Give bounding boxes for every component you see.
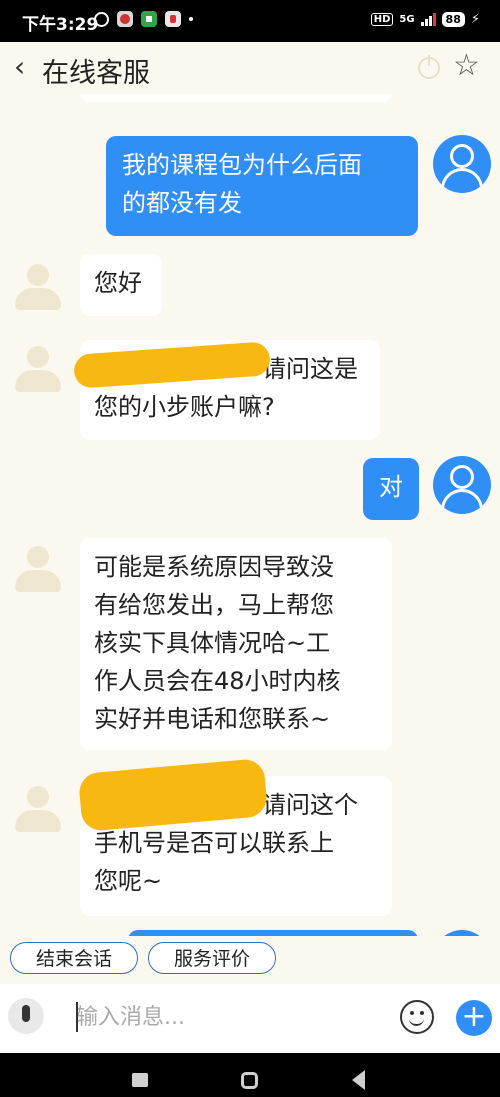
rate-service-button[interactable]: 服务评价: [148, 942, 276, 974]
agent-avatar: [14, 786, 62, 834]
notification-icons: [94, 11, 193, 27]
message-line: 核实下具体情况哈~工: [94, 629, 331, 657]
charging-icon: ⚡: [470, 12, 480, 27]
signal-icon: [420, 13, 436, 26]
favorite-star-icon[interactable]: ☆: [453, 49, 480, 83]
message-line: 我的课程包为什么后面: [122, 151, 362, 179]
system-nav-bar: [0, 1053, 500, 1097]
message-line: 您好: [94, 269, 142, 297]
message-line: 您的小步账户嘛?: [94, 393, 275, 421]
agent-avatar: [14, 346, 62, 394]
microphone-icon[interactable]: [8, 998, 44, 1034]
message-line: 对: [379, 473, 403, 501]
agent-avatar: [14, 546, 62, 594]
message-bubble-partial: 您.: [80, 94, 392, 102]
end-chat-button[interactable]: 结束会话: [10, 942, 138, 974]
user-avatar: [433, 135, 491, 193]
app-notification-icon: [165, 11, 181, 27]
emoji-icon[interactable]: [400, 1000, 434, 1034]
more-notifications-icon: [189, 17, 193, 21]
message-line: 有给您发出，马上帮您: [94, 591, 334, 619]
app-notification-icon: [141, 11, 157, 27]
battery-level: 88: [441, 12, 465, 27]
chat-app: ‹ 在线客服 ☆ 您. 我的课程包为什么后面 的都没有发 您好 请问这是: [0, 42, 500, 1053]
message-line: 实好并电话和您联系~: [94, 705, 331, 733]
recent-apps-icon[interactable]: [132, 1073, 148, 1087]
add-attachment-icon[interactable]: +: [456, 1000, 492, 1036]
user-message: 我的课程包为什么后面 的都没有发: [106, 136, 418, 236]
message-line: 可能是系统原因导致没: [94, 553, 334, 581]
agent-avatar: [14, 264, 62, 312]
home-icon[interactable]: [241, 1072, 258, 1089]
system-indicators: HD 5G 88 ⚡: [370, 12, 480, 27]
hd-icon: HD: [370, 13, 394, 26]
nav-back-icon[interactable]: [352, 1070, 365, 1090]
page-title: 在线客服: [42, 58, 150, 89]
network-type: 5G: [399, 14, 415, 25]
alarm-icon: [94, 11, 109, 27]
user-avatar: [433, 456, 491, 514]
text-cursor: [76, 1002, 78, 1032]
message-line: 您呢~: [94, 867, 163, 895]
agent-message: 您好: [80, 254, 162, 316]
back-button[interactable]: ‹: [14, 52, 36, 82]
status-time: 下午3:29: [22, 15, 99, 35]
header: ‹ 在线客服 ☆: [0, 42, 500, 94]
power-icon[interactable]: [418, 55, 440, 79]
status-bar: 下午3:29 HD 5G 88 ⚡: [0, 0, 500, 42]
quick-actions: 结束会话 服务评价: [0, 936, 500, 984]
message-input[interactable]: [76, 1000, 376, 1034]
message-line: 的都没有发: [122, 189, 242, 217]
agent-message: 可能是系统原因导致没 有给您发出，马上帮您 核实下具体情况哈~工 作人员会在48…: [80, 538, 392, 750]
message-line: 作人员会在48小时内核: [94, 667, 341, 695]
message-list[interactable]: 您. 我的课程包为什么后面 的都没有发 您好 请问这是 您的小步账户嘛? 对: [0, 94, 500, 936]
user-message: 对: [363, 458, 419, 520]
app-notification-icon: [117, 11, 133, 27]
input-bar: +: [0, 984, 500, 1053]
message-line: 手机号是否可以联系上: [94, 829, 334, 857]
